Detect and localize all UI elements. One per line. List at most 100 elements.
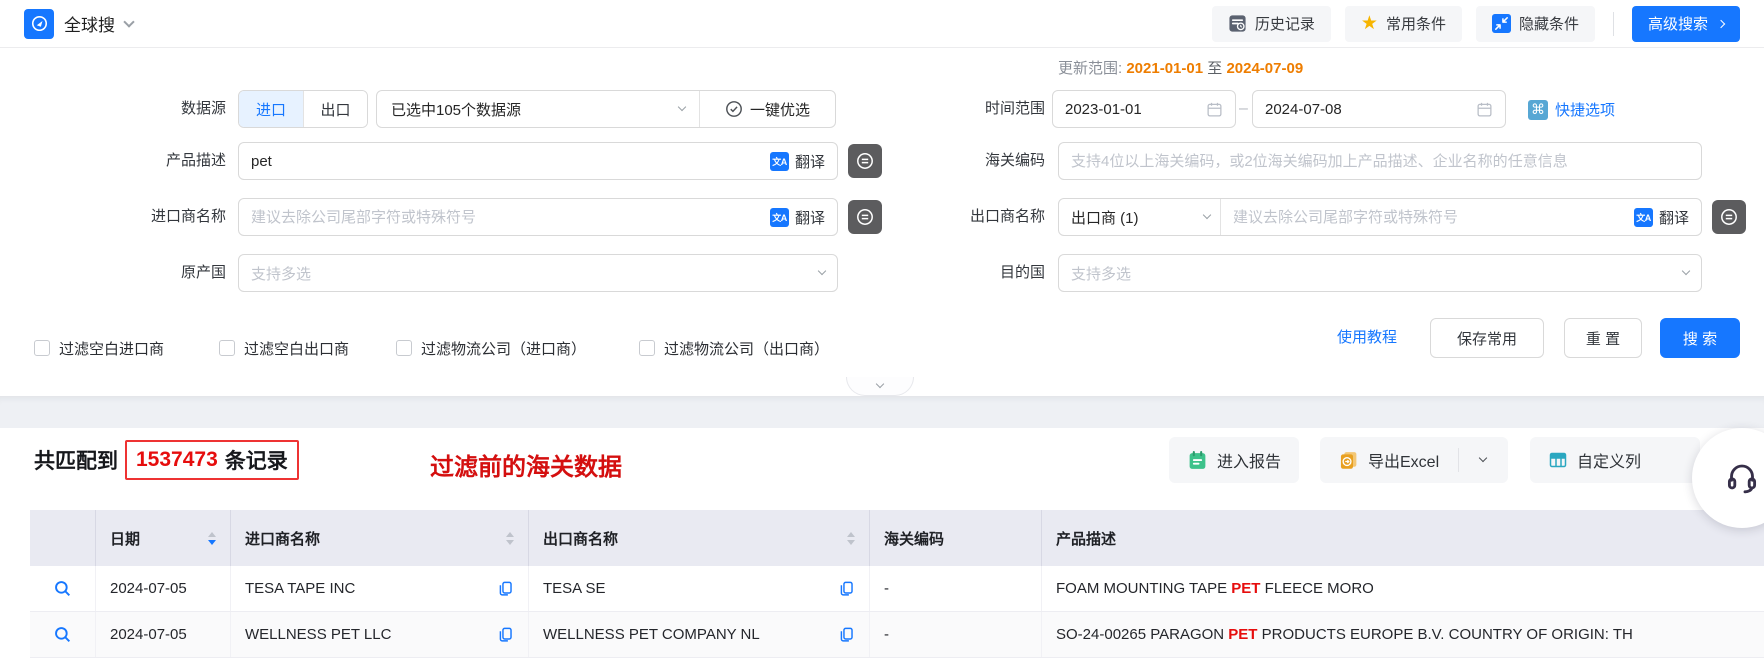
desc-text: SO-24-00265 PARAGON PET PRODUCTS EUROPE …: [1056, 626, 1633, 643]
chevron-down-icon: [817, 266, 827, 276]
product-desc-input[interactable]: [251, 152, 770, 170]
chevron-down-icon: [1202, 210, 1212, 220]
col-header-date[interactable]: 日期: [96, 510, 231, 566]
excel-icon: [1340, 451, 1357, 469]
destination-placeholder: 支持多选: [1071, 265, 1132, 283]
filter-checkbox[interactable]: [34, 340, 50, 356]
filter-label: 过滤空白出口商: [244, 340, 350, 358]
section-divider-band: [0, 396, 1764, 428]
hide-conditions-label: 隐藏条件: [1518, 16, 1579, 33]
cell-exporter: TESA SE: [529, 566, 870, 611]
quick-options-link[interactable]: ⌘ 快捷选项: [1528, 99, 1615, 120]
chevron-down-icon: [677, 102, 687, 112]
end-date-value: 2024-07-08: [1265, 100, 1342, 118]
favorites-button[interactable]: ★ 常用条件: [1344, 5, 1462, 42]
translate-button[interactable]: 文A 翻译: [769, 151, 825, 172]
copy-icon[interactable]: [838, 580, 855, 597]
customize-columns-button[interactable]: 自定义列: [1530, 437, 1700, 483]
col-header-exporter[interactable]: 出口商名称: [529, 510, 870, 566]
cell-hs-code: -: [870, 612, 1042, 657]
filter-logistics-importer-option: 过滤物流公司（进口商）: [396, 337, 586, 359]
filter-checkbox[interactable]: [639, 340, 655, 356]
translate-button[interactable]: 文A 翻译: [1633, 207, 1689, 228]
exporter-type-value: 出口商 (1): [1071, 209, 1139, 227]
hs-code-label: 海关编码: [984, 152, 1045, 169]
exporter-name: WELLNESS PET COMPANY NL: [543, 626, 760, 643]
copy-icon[interactable]: [497, 580, 514, 597]
match-count: 1537473: [136, 448, 218, 471]
sort-icon[interactable]: [506, 531, 514, 545]
translate-icon: 文A: [769, 151, 789, 171]
collapse-panel-tab[interactable]: [846, 377, 914, 396]
app-switcher[interactable]: 全球搜: [24, 8, 135, 39]
col-label-hs-code: 海关编码: [884, 530, 945, 548]
origin-country-select[interactable]: 支持多选: [238, 254, 838, 292]
hs-code-field: [1058, 142, 1702, 180]
more-options-button[interactable]: [1712, 200, 1746, 234]
magnifier-icon[interactable]: [53, 579, 72, 598]
star-icon: ★: [1360, 13, 1378, 34]
translate-button[interactable]: 文A 翻译: [769, 207, 825, 228]
hs-code-input[interactable]: [1071, 152, 1689, 170]
exporter-type-select[interactable]: 出口商 (1): [1071, 199, 1221, 235]
save-common-button[interactable]: 保存常用: [1430, 318, 1544, 358]
export-tab[interactable]: 出口: [303, 91, 367, 127]
update-range-to-word: 至: [1207, 60, 1223, 77]
start-date-input[interactable]: 2023-01-01: [1052, 90, 1236, 128]
check-circle-icon: [726, 101, 742, 117]
advanced-search-button[interactable]: 高级搜索: [1631, 5, 1740, 42]
datasource-selected-text: 已选中105个数据源: [391, 101, 522, 119]
history-button[interactable]: 历史记录: [1211, 5, 1331, 42]
history-label: 历史记录: [1254, 16, 1315, 33]
translate-label: 翻译: [794, 209, 825, 227]
start-date-value: 2023-01-01: [1065, 100, 1142, 118]
destination-country-select[interactable]: 支持多选: [1058, 254, 1702, 292]
end-date-input[interactable]: 2024-07-08: [1252, 90, 1506, 128]
topbar: 全球搜 历史记录 ★ 常用条件 隐藏条件 高级搜索: [0, 0, 1764, 48]
col-label-exporter: 出口商名称: [543, 530, 619, 548]
annotation-text: 过滤前的海关数据: [430, 455, 622, 481]
filter-label: 过滤物流公司（出口商）: [664, 340, 830, 358]
filter-checkbox[interactable]: [219, 340, 235, 356]
sort-icon[interactable]: [208, 531, 216, 545]
update-range-start: 2021-01-01: [1126, 60, 1204, 77]
sort-icon[interactable]: [847, 531, 855, 545]
magnifier-icon[interactable]: [53, 625, 72, 644]
favorites-label: 常用条件: [1385, 16, 1446, 33]
col-label-importer: 进口商名称: [245, 530, 321, 548]
enter-report-button[interactable]: 进入报告: [1169, 437, 1300, 483]
importer-label: 进口商名称: [150, 208, 226, 225]
export-excel-button[interactable]: 导出Excel: [1320, 437, 1509, 483]
desc-text: FOAM MOUNTING TAPE PET FLEECE MORO: [1056, 580, 1374, 597]
quick-options-label: 快捷选项: [1555, 102, 1616, 119]
table-row: 2024-07-05 TESA TAPE INC TESA SE - FOAM …: [30, 566, 1764, 612]
hide-conditions-button[interactable]: 隐藏条件: [1475, 5, 1595, 42]
import-tab[interactable]: 进口: [239, 91, 303, 127]
tutorial-link[interactable]: 使用教程: [1337, 318, 1397, 358]
cell-date: 2024-07-05: [96, 612, 231, 657]
reset-button[interactable]: 重 置: [1564, 318, 1642, 358]
col-label-date: 日期: [110, 530, 141, 548]
export-dropdown-chevron[interactable]: [1470, 453, 1490, 463]
data-source-toggle: 进口 出口: [238, 90, 368, 128]
col-header-importer[interactable]: 进口商名称: [231, 510, 529, 566]
datasource-select[interactable]: 已选中105个数据源: [377, 91, 699, 127]
cell-date: 2024-07-05: [96, 566, 231, 611]
chevron-down-icon: [875, 379, 885, 389]
col-header-hs-code: 海关编码: [870, 510, 1042, 566]
importer-name: TESA TAPE INC: [245, 580, 356, 597]
importer-input[interactable]: [251, 208, 770, 226]
origin-placeholder: 支持多选: [251, 265, 312, 283]
exporter-input[interactable]: [1221, 208, 1634, 226]
filter-checkbox[interactable]: [396, 340, 412, 356]
cell-product-desc: SO-24-00265 PARAGON PET PRODUCTS EUROPE …: [1042, 612, 1764, 657]
copy-icon[interactable]: [838, 626, 855, 643]
datasource-group: 已选中105个数据源 一键优选: [376, 90, 836, 128]
col-header-actions: [30, 510, 96, 566]
copy-icon[interactable]: [497, 626, 514, 643]
translate-icon: 文A: [1633, 207, 1653, 227]
one-click-optimize-button[interactable]: 一键优选: [699, 91, 835, 127]
match-count-box: 1537473 条记录: [125, 440, 299, 480]
search-button[interactable]: 搜 索: [1660, 318, 1740, 358]
exporter-label: 出口商名称: [969, 208, 1045, 225]
